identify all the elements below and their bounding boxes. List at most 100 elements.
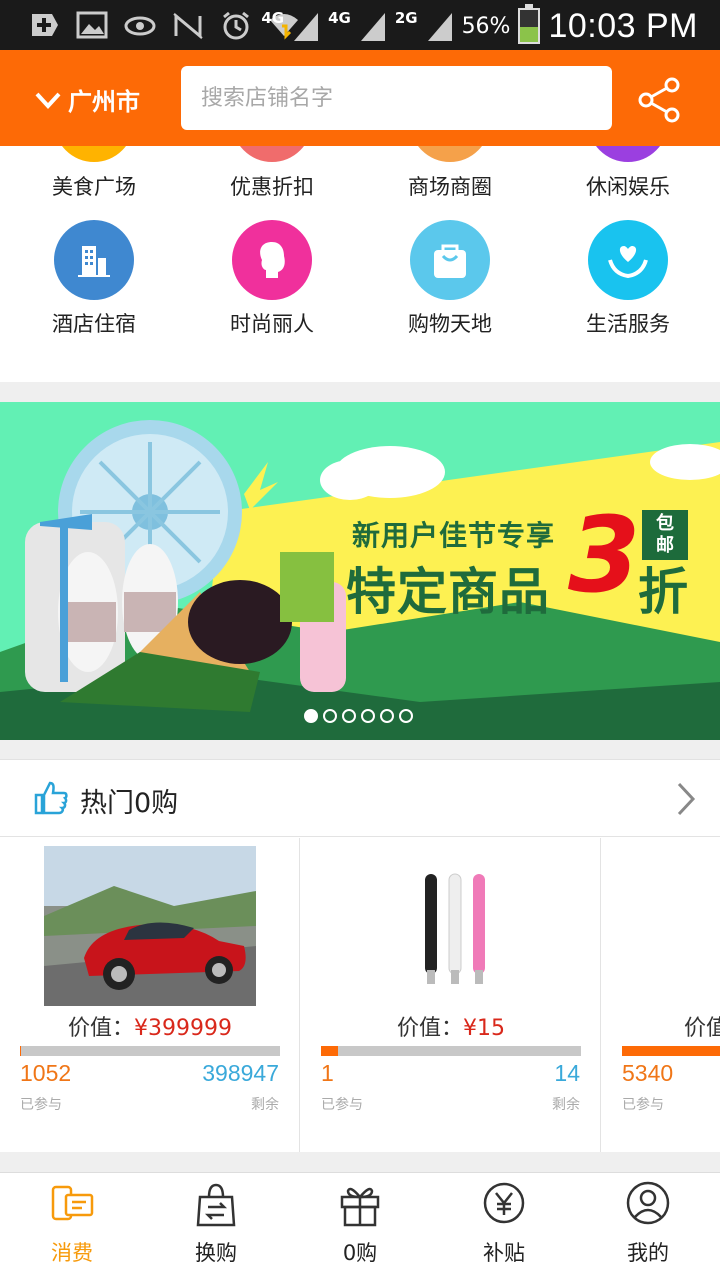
consume-icon xyxy=(51,1185,94,1221)
food-icon xyxy=(54,146,134,162)
badge-bottom-text: 邮 xyxy=(656,535,674,556)
progress-fill xyxy=(622,1046,720,1056)
share-icon[interactable] xyxy=(636,76,684,124)
category-label: 时尚丽人 xyxy=(230,312,314,336)
price-row: 价值：¥399999 xyxy=(0,1010,300,1042)
category-label: 优惠折扣 xyxy=(230,175,314,199)
category-label: 购物天地 xyxy=(408,312,492,336)
hotel-icon xyxy=(54,220,134,300)
joined-count: 1052 xyxy=(20,1060,72,1086)
tab-subsidy[interactable]: 补贴 xyxy=(432,1173,576,1280)
pagination-dot[interactable] xyxy=(380,709,394,723)
gallery-icon xyxy=(76,11,108,39)
banner-pagination xyxy=(304,709,413,723)
app-header: 广州市 xyxy=(0,50,720,146)
category-shopping[interactable]: 购物天地 xyxy=(360,220,540,338)
city-label: 广州市 xyxy=(68,88,140,116)
mall-icon xyxy=(410,146,490,162)
progress-bar xyxy=(321,1046,581,1056)
hot-section-title: 热门0购 xyxy=(80,788,179,819)
joined-count: 5340 xyxy=(622,1060,674,1086)
banner-discount-suffix: 折 xyxy=(638,563,688,621)
price-row: 价值 xyxy=(602,1010,720,1042)
category-hotel[interactable]: 酒店住宿 xyxy=(4,220,184,338)
section-divider xyxy=(0,382,720,402)
category-services[interactable]: 生活服务 xyxy=(538,220,718,338)
tab-consume[interactable]: 消费 xyxy=(0,1173,144,1280)
joined-count: 1 xyxy=(321,1060,334,1086)
tab-label: 我的 xyxy=(627,1241,669,1265)
chevron-down-icon xyxy=(35,92,61,109)
banner-subheading: 新用户佳节专享 xyxy=(352,519,556,552)
tab-zero-buy[interactable]: 0购 xyxy=(288,1173,432,1280)
category-label: 商场商圈 xyxy=(408,175,492,199)
product-image-car xyxy=(44,846,256,1006)
banner-discount-number: 3 xyxy=(568,494,641,616)
remaining-count: 398947 xyxy=(202,1060,279,1086)
tab-exchange[interactable]: 换购 xyxy=(144,1173,288,1280)
pagination-dot[interactable] xyxy=(399,709,413,723)
battery-percent: 56% xyxy=(461,13,511,39)
thumbs-up-icon xyxy=(34,781,68,815)
pagination-dot[interactable] xyxy=(342,709,356,723)
pagination-dot[interactable] xyxy=(323,709,337,723)
product-card[interactable]: 价值：¥399999 1052 398947 已参与 剩余 xyxy=(0,838,300,1152)
progress-fill xyxy=(321,1046,339,1056)
hot-section-header[interactable]: 热门0购 xyxy=(0,761,720,837)
pagination-dot[interactable] xyxy=(304,709,318,723)
price-label: 价值 xyxy=(684,1016,720,1041)
category-label: 美食广场 xyxy=(52,175,136,199)
exchange-bag-icon xyxy=(196,1183,236,1227)
category-beauty[interactable]: 时尚丽人 xyxy=(182,220,362,338)
progress-bar xyxy=(20,1046,280,1056)
product-card[interactable]: 价值：¥15 1 14 已参与 剩余 xyxy=(301,838,601,1152)
tab-label: 换购 xyxy=(195,1241,237,1265)
signal-icon xyxy=(360,13,385,41)
progress-fill xyxy=(20,1046,21,1056)
price-value: ¥15 xyxy=(463,1016,505,1041)
status-bar: 4G 4G 2G 56% 10:03 PM xyxy=(0,0,720,50)
tab-label: 消费 xyxy=(51,1241,93,1265)
product-image-phone xyxy=(646,846,720,1006)
product-image-usb-lamp xyxy=(345,846,557,1006)
eye-icon xyxy=(124,16,156,36)
pagination-dot[interactable] xyxy=(361,709,375,723)
banner-heading: 特定商品 xyxy=(346,563,550,621)
leisure-icon xyxy=(588,146,668,162)
joined-label: 已参与 xyxy=(321,1097,363,1113)
category-label: 酒店住宿 xyxy=(52,312,136,336)
signal-icon xyxy=(294,13,319,41)
add-notification-icon xyxy=(32,14,58,36)
network-type: 2G xyxy=(394,9,418,27)
price-value: ¥399999 xyxy=(134,1016,232,1041)
battery-icon xyxy=(518,4,541,44)
shopping-bag-icon xyxy=(410,220,490,300)
remaining-count: 14 xyxy=(554,1060,580,1086)
free-shipping-badge: 包 邮 xyxy=(642,510,688,560)
yen-coin-icon xyxy=(483,1182,525,1224)
clock: 10:03 PM xyxy=(548,6,698,45)
city-selector[interactable]: 广州市 xyxy=(34,82,140,117)
remaining-label: 剩余 xyxy=(251,1097,279,1113)
bottom-tab-bar: 消费 换购 0购 补贴 我的 xyxy=(0,1172,720,1280)
remaining-label: 剩余 xyxy=(552,1097,580,1113)
price-label: 价值： xyxy=(68,1016,135,1041)
product-card[interactable]: 价值 5340 已参与 xyxy=(602,838,720,1152)
section-divider xyxy=(0,740,720,760)
signal-icon xyxy=(427,13,452,41)
chevron-right-icon[interactable] xyxy=(676,781,696,817)
price-row: 价值：¥15 xyxy=(301,1010,601,1042)
product-carousel: 价值：¥399999 1052 398947 已参与 剩余 价值：¥15 1 1… xyxy=(0,838,720,1152)
joined-label: 已参与 xyxy=(622,1097,664,1113)
gift-icon xyxy=(340,1187,380,1227)
profile-icon xyxy=(626,1181,670,1225)
heart-hands-icon xyxy=(588,220,668,300)
network-type: 4G xyxy=(261,9,285,27)
badge-top-text: 包 xyxy=(656,513,674,534)
joined-label: 已参与 xyxy=(20,1097,62,1113)
category-grid: 美食广场 优惠折扣 商场商圈 休闲娱乐 酒店住宿 时尚丽人 购物天地 生活服务 xyxy=(0,146,720,382)
search-input[interactable] xyxy=(181,66,612,130)
promo-banner[interactable]: 新用户佳节专享 特定商品 3 折 包 邮 xyxy=(0,402,720,740)
nfc-icon xyxy=(173,12,203,40)
tab-profile[interactable]: 我的 xyxy=(576,1173,720,1280)
